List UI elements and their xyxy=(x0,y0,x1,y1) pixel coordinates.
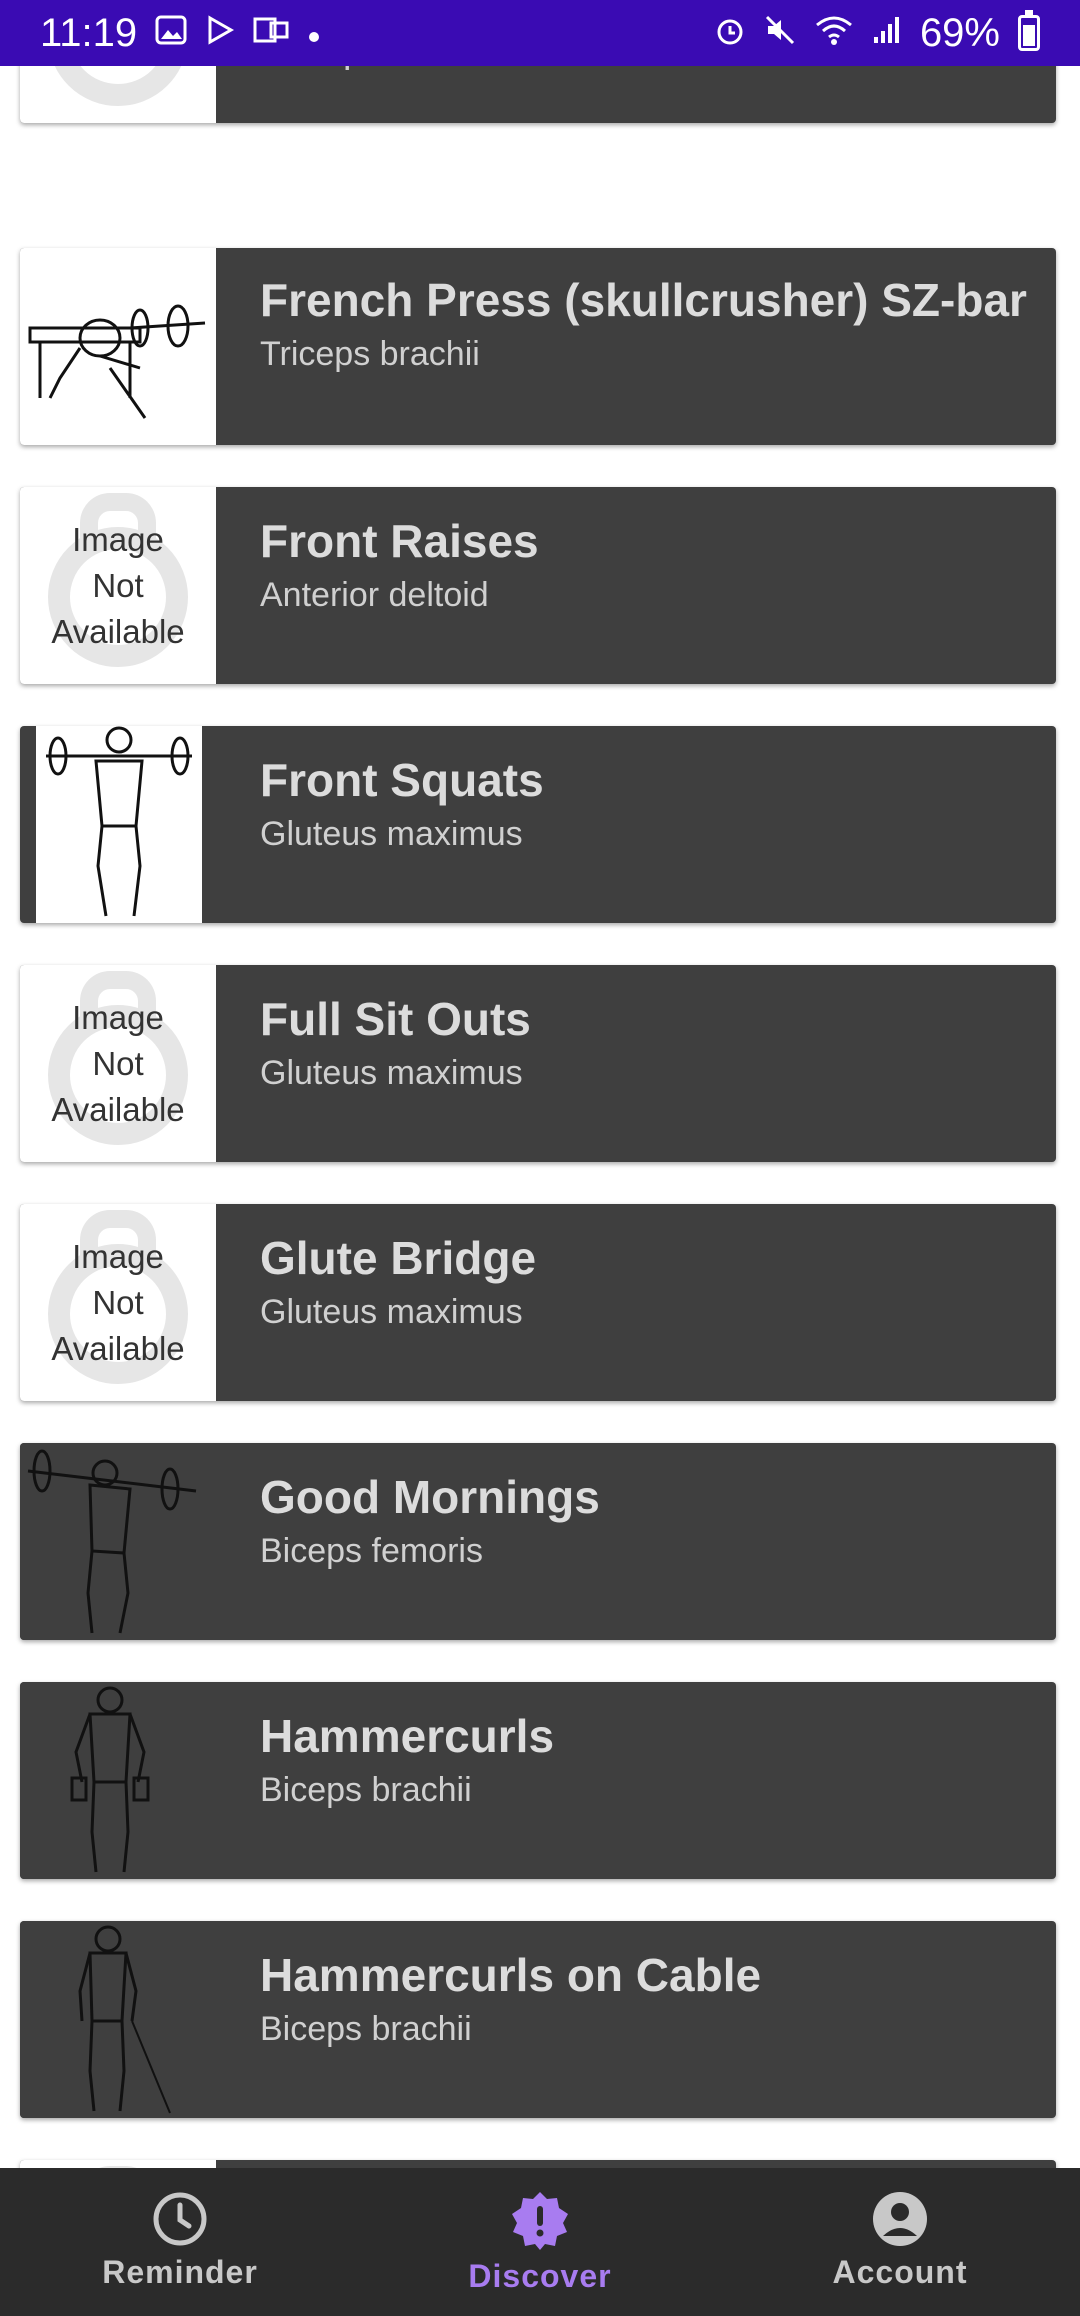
list-item-glute-bridge[interactable]: Image Not Available Glute Bridge Gluteus… xyxy=(20,1204,1056,1401)
status-right: 69% xyxy=(714,10,1040,56)
placeholder-text-line3: Available xyxy=(51,1090,185,1128)
nav-reminder[interactable]: Reminder xyxy=(0,2168,360,2316)
status-time: 11:19 xyxy=(40,10,138,55)
notification-dot-icon xyxy=(307,16,321,50)
placeholder-text-line2: Not xyxy=(92,566,144,604)
exercise-name: Glute Bridge xyxy=(260,1232,537,1284)
battery-percent: 69% xyxy=(919,10,1000,55)
exercise-thumbnail xyxy=(20,1682,216,1879)
clock-icon xyxy=(153,2192,207,2246)
exercise-name: Full Sit Outs xyxy=(260,993,531,1045)
exercise-muscle: Gluteus maximus xyxy=(260,1054,523,1092)
placeholder-text-line2: Not xyxy=(92,1044,144,1082)
exercise-muscle: Gluteus maximus xyxy=(260,815,523,853)
status-bar: 11:19 69% xyxy=(0,0,1080,66)
exercise-thumbnail xyxy=(20,2160,216,2168)
cable-hammercurl-drawing-icon xyxy=(78,1925,171,2114)
gallery-icon xyxy=(155,15,187,51)
placeholder-text-line1: Image xyxy=(72,520,164,558)
list-item-hammercurls[interactable]: Hammercurls Biceps brachii xyxy=(20,1682,1056,1879)
wifi-icon xyxy=(814,14,854,52)
exercise-muscle: Gluteus maximus xyxy=(260,1293,523,1331)
exercise-muscle: Biceps femoris xyxy=(260,1532,483,1570)
image-not-available-placeholder: Image Not Available xyxy=(20,487,216,684)
signal-icon xyxy=(872,15,902,51)
nav-account-label: Account xyxy=(832,2254,968,2290)
front-squat-drawing-icon xyxy=(46,726,192,917)
exercise-list[interactable]: Triceps brachii French Press (skullcrush… xyxy=(0,66,1080,2168)
exercise-muscle: Biceps brachii xyxy=(260,1771,472,1809)
battery-icon xyxy=(1018,10,1040,51)
list-item-good-mornings[interactable]: Good Mornings Biceps femoris xyxy=(20,1443,1056,1640)
placeholder-text-line1: Image xyxy=(72,998,164,1036)
exercise-name: Hammercurls on Cable xyxy=(260,1949,762,2001)
nav-reminder-label: Reminder xyxy=(102,2254,258,2290)
skullcrusher-drawing-icon xyxy=(28,304,206,419)
exercise-thumbnail xyxy=(20,1921,216,2118)
exercise-muscle: Triceps brachii xyxy=(260,66,1056,74)
exercise-name: French Press (skullcrusher) SZ-bar xyxy=(260,274,1027,326)
exercise-name: Front Squats xyxy=(260,754,544,806)
exercise-thumbnail xyxy=(36,726,202,923)
account-circle-icon xyxy=(873,2192,927,2246)
play-store-icon xyxy=(205,15,235,51)
outlook-icon xyxy=(253,15,289,51)
placeholder-text-line1: Image xyxy=(72,1237,164,1275)
exercise-thumbnail xyxy=(20,1443,216,1640)
list-item-hammercurls-on-cable[interactable]: Hammercurls on Cable Biceps brachii xyxy=(20,1921,1056,2118)
bottom-navigation: Reminder Discover Account xyxy=(0,2168,1080,2316)
mute-icon xyxy=(764,14,796,52)
alert-badge-icon xyxy=(512,2192,568,2250)
exercise-muscle: Biceps brachii xyxy=(260,2010,472,2048)
nav-discover[interactable]: Discover xyxy=(360,2168,720,2316)
exercise-name: Hammercurls xyxy=(260,1710,555,1762)
exercise-muscle: Triceps brachii xyxy=(260,335,480,373)
placeholder-text-line3: Available xyxy=(51,1329,185,1367)
good-mornings-drawing-icon xyxy=(27,1449,197,1634)
status-left: 11:19 xyxy=(40,11,321,56)
list-item-front-raises[interactable]: Image Not Available Front Raises Anterio… xyxy=(20,487,1056,684)
image-not-available-placeholder: Image Not Available xyxy=(20,965,216,1162)
exercise-thumbnail xyxy=(20,66,216,123)
list-item-partial-top[interactable]: Triceps brachii xyxy=(20,66,1056,123)
list-item-french-press[interactable]: French Press (skullcrusher) SZ-bar Trice… xyxy=(20,248,1056,445)
nav-account[interactable]: Account xyxy=(720,2168,1080,2316)
exercise-muscle: Anterior deltoid xyxy=(260,576,489,614)
list-item-front-squats[interactable]: Front Squats Gluteus maximus xyxy=(20,726,1056,923)
hammercurl-drawing-icon xyxy=(70,1686,150,1873)
placeholder-text-line2: Not xyxy=(92,1283,144,1321)
alarm-icon xyxy=(714,14,746,52)
image-not-available-placeholder: Image Not Available xyxy=(20,1204,216,1401)
list-item-partial-bottom[interactable] xyxy=(20,2160,1056,2168)
exercise-name: Front Raises xyxy=(260,515,539,567)
list-item-full-sit-outs[interactable]: Image Not Available Full Sit Outs Gluteu… xyxy=(20,965,1056,1162)
placeholder-text-line3: Available xyxy=(51,612,185,650)
nav-discover-label: Discover xyxy=(468,2258,612,2294)
exercise-thumbnail xyxy=(20,248,216,445)
exercise-name: Good Mornings xyxy=(260,1471,600,1523)
